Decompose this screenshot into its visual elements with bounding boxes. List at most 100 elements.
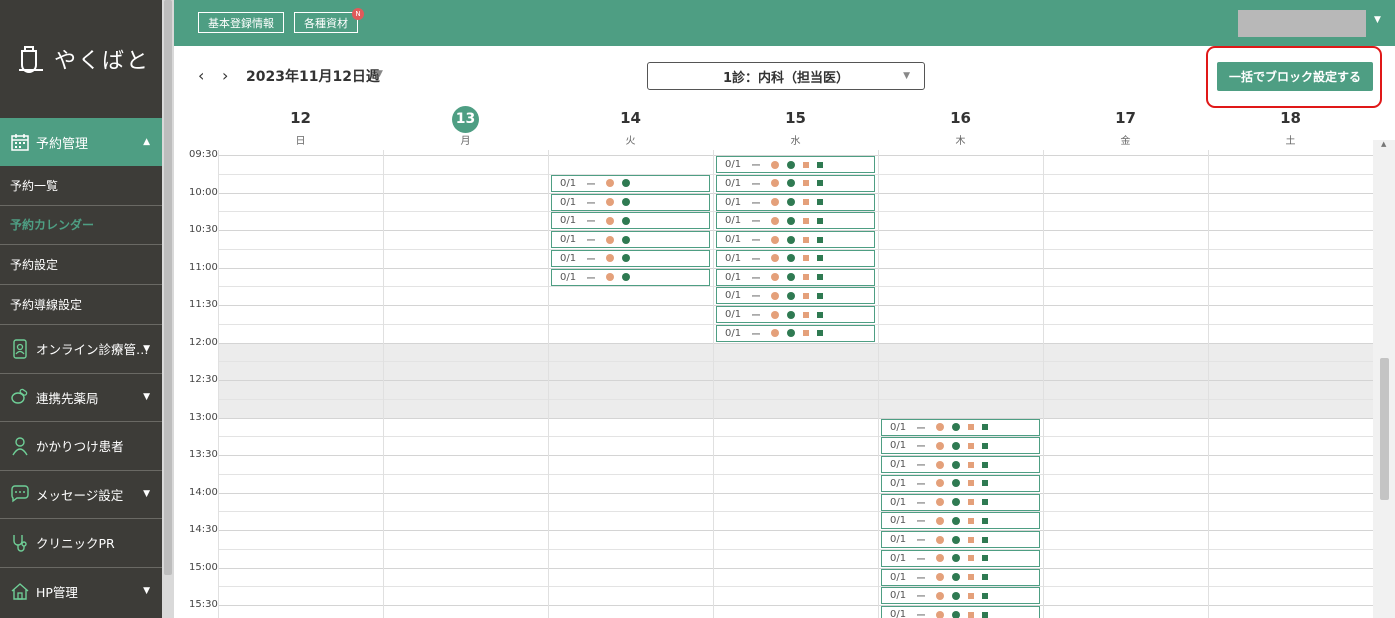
reservation-slot[interactable]: 0/1 ー [881,531,1040,548]
logo[interactable]: やくばと [0,0,162,118]
nav-label: クリニックPR [36,536,115,552]
scrollbar-thumb[interactable] [1380,358,1389,500]
slot-dash: ー [586,254,596,266]
nav-family-patients[interactable]: かかりつけ患者 [0,421,162,470]
day-header-14: 14 火 [548,106,713,147]
week-dropdown-caret-icon[interactable]: ▼ [376,69,383,79]
day-number[interactable]: 16 [950,109,971,127]
orange-dot-icon [771,216,779,225]
week-label[interactable]: 2023年11月12日週 [246,66,380,86]
day-of-week: 火 [625,136,636,147]
orange-dot-icon [606,179,614,188]
reservation-slot[interactable]: 0/1 ー [881,549,1040,567]
reservation-slot[interactable]: 0/1 ー [881,456,1040,473]
slot-dash: ー [751,161,761,172]
slot-dash: ー [916,423,926,435]
day-number[interactable]: 12 [290,109,311,127]
orange-camera-icon [968,424,978,430]
calendar-icon [11,134,29,151]
submenu-item-reservation-list[interactable]: 予約一覧 [0,166,162,206]
day-header-17: 17 金 [1043,106,1208,147]
green-dot-icon [787,216,795,225]
day-header-18: 18 土 [1208,106,1373,147]
day-number[interactable]: 14 [620,109,641,127]
time-label: 13:30 [189,449,218,460]
user-account-box[interactable] [1238,10,1366,37]
reservation-slot[interactable]: 0/1 ー [716,249,875,267]
day-number-wrap: 16 [878,106,1043,130]
slot-count: 0/1 [890,421,907,433]
submenu-label: 予約導線設定 [10,297,83,312]
nav-reservation-management[interactable]: 予約管理 ▲ [0,118,162,166]
column-line [713,150,714,618]
calendar-grid: 09:30 10:00 10:30 11:00 11:30 12:00 12:30 13:00… [174,150,1373,618]
day-number[interactable]: 15 [785,109,806,127]
reservation-slot[interactable]: 0/1 ー [716,287,875,305]
clinic-select[interactable]: 1診：内科（担当医） ▼ [647,62,925,90]
nav-hp-management[interactable]: HP管理 ▼ [0,566,162,616]
reservation-slot[interactable]: 0/1 ー [881,474,1040,492]
materials-button[interactable]: 各種資材 N [294,8,364,33]
reservation-slot[interactable]: 0/1 ー [716,174,875,192]
reservation-slot[interactable]: 0/1 ー [881,437,1040,455]
submenu-item-reservation-calendar[interactable]: 予約カレンダー [0,206,162,245]
reservation-slot[interactable]: 0/1 ー [716,268,875,286]
orange-camera-icon [803,311,813,318]
clinic-select-value: 1診：内科（担当医） [722,70,850,86]
reservation-slot[interactable]: 0/1 ー [881,568,1040,586]
nav-partner-pharmacy[interactable]: 連携先薬局 ▼ [0,372,162,422]
reservation-slot[interactable]: 0/1 ー [716,156,875,173]
day-number[interactable]: 18 [1280,109,1301,127]
reservation-slot[interactable]: 0/1 ー [551,249,710,267]
grid-line [218,530,1373,531]
day-of-week: 土 [1285,136,1296,147]
reservation-slot[interactable]: 0/1 ー [716,231,875,248]
orange-dot-icon [771,179,779,188]
reservation-slot[interactable]: 0/1 ー [551,231,710,248]
green-dot-icon [952,423,960,431]
green-camera-icon [817,292,827,299]
reservation-slot[interactable]: 0/1 ー [716,306,875,323]
nav-clinic-pr[interactable]: クリニックPR [0,518,162,567]
column-line [1043,150,1044,618]
submenu-item-reservation-flow[interactable]: 予約導線設定 [0,285,162,325]
user-menu-caret-icon[interactable]: ▼ [1374,15,1381,25]
day-number[interactable]: 17 [1115,109,1136,127]
reservation-slot[interactable]: 0/1 ー [881,493,1040,511]
sidebar-scrollbar[interactable] [162,0,174,618]
reservation-slot[interactable]: 0/1 ー [881,587,1040,605]
reservation-slot[interactable]: 0/1 ー [881,418,1040,436]
orange-dot-icon [771,310,779,319]
orange-dot-icon [606,254,614,263]
orange-camera-icon [803,274,813,280]
reservation-slot[interactable]: 0/1 ー [551,193,710,211]
orange-dot-icon [936,554,944,563]
nav-message-settings[interactable]: メッセージ設定 ▼ [0,469,162,519]
reservation-slot[interactable]: 0/1 ー [551,212,710,230]
reservation-slot[interactable]: 0/1 ー [551,268,710,286]
reservation-slot[interactable]: 0/1 ー [881,512,1040,530]
bulk-block-button[interactable]: 一括でブロック設定する [1217,62,1373,91]
slot-dash: ー [586,179,596,191]
submenu-item-reservation-settings[interactable]: 予約設定 [0,245,162,285]
green-dot-icon [787,179,795,188]
phone-person-icon [13,339,27,359]
orange-dot-icon [936,573,944,581]
reservation-slot[interactable]: 0/1 ー [716,193,875,211]
reservation-slot[interactable]: 0/1 ー [716,324,875,342]
reservation-slot[interactable]: 0/1 ー [716,212,875,230]
day-number-wrap: 13 [383,106,548,133]
slot-dash: ー [586,198,596,210]
prev-week-button[interactable]: ‹ [198,66,204,85]
green-camera-icon [817,330,827,337]
reservation-slot[interactable]: 0/1 ー [881,606,1040,618]
nav-online-consultation[interactable]: オンライン診療管… ▼ [0,324,162,373]
scroll-up-icon[interactable]: ▲ [1381,140,1386,148]
reservation-slot[interactable]: 0/1 ー [551,174,710,192]
scrollbar-thumb[interactable] [164,0,172,575]
basic-info-button[interactable]: 基本登録情報 [198,12,284,33]
calendar-scrollbar[interactable]: ▲ [1373,140,1395,618]
day-number[interactable]: 13 [452,106,479,133]
slot-count: 0/1 [725,327,742,339]
next-week-button[interactable]: › [222,66,228,85]
